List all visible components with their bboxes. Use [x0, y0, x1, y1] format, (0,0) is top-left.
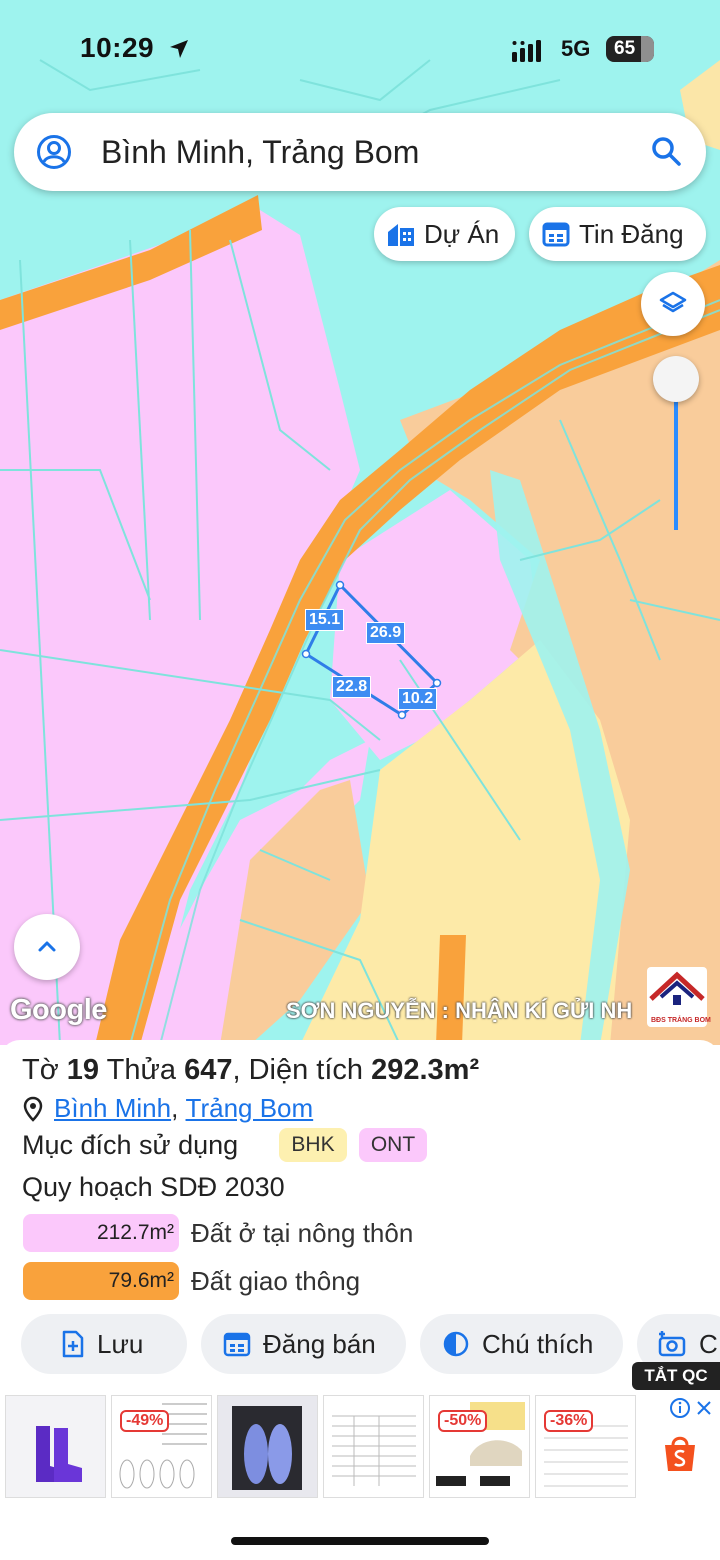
boots-image: [6, 1396, 105, 1497]
network-type: 5G: [561, 36, 591, 61]
usage-label: Mục đích sử dụng: [22, 1130, 239, 1160]
usage-tag: ONT: [359, 1128, 427, 1162]
save-button[interactable]: Lưu: [21, 1314, 187, 1374]
legend-label: Chú thích: [482, 1328, 594, 1359]
dimension-label: 22.8: [332, 676, 372, 698]
plan-title: Quy hoạch SDĐ 2030: [22, 1172, 285, 1202]
area-value: 292.3m²: [371, 1054, 480, 1086]
bds-trang-bom-logo: BĐS TRẢNG BOM: [647, 967, 711, 1027]
district-link[interactable]: Trảng Bom: [186, 1093, 314, 1124]
ad-item-boots[interactable]: [5, 1395, 106, 1498]
house-logo-icon: [649, 971, 705, 1005]
status-time: 10:29: [80, 32, 155, 63]
chevron-up-icon: [38, 941, 56, 952]
dimension-label: 26.9: [366, 622, 406, 644]
file-add-icon: [62, 1330, 84, 1358]
buildings-icon: [388, 224, 414, 246]
layers-icon: [659, 291, 687, 313]
opacity-slider-track[interactable]: [674, 380, 678, 530]
shopee-ad[interactable]: [641, 1395, 720, 1498]
discount-badge: -50%: [438, 1410, 488, 1432]
sandals-image: [218, 1396, 317, 1497]
plan-area-bar: 79.6m²: [23, 1262, 179, 1300]
ad-item-size-chart[interactable]: -49%: [111, 1395, 212, 1498]
plan-type-label: Đất giao thông: [191, 1266, 361, 1296]
watermark-text: SƠN NGUYỄN : NHẬN KÍ GỬI NH: [286, 998, 633, 1023]
location-line: Bình Minh, Trảng Bom: [22, 1093, 313, 1124]
area-label: Diện tích: [248, 1054, 364, 1086]
post-sale-button[interactable]: Đăng bán: [201, 1314, 406, 1374]
thua-label: Thửa: [106, 1054, 176, 1086]
battery-level: 65: [614, 38, 636, 59]
status-bar: 10:29 5G 65: [0, 0, 720, 100]
save-label: Lưu: [97, 1328, 144, 1359]
home-indicator[interactable]: [231, 1537, 489, 1545]
camera-add-icon: [658, 1331, 686, 1357]
plan-type-label: Đất ở tại nông thôn: [191, 1218, 414, 1248]
thua-value: 647: [184, 1054, 233, 1086]
parcel-title: Tờ 19 Thửa 647, Diện tích 292.3m²: [22, 1054, 480, 1086]
ad-item-shoe-size[interactable]: -50%: [429, 1395, 530, 1498]
post-sale-label: Đăng bán: [263, 1328, 376, 1359]
map-pin-icon: [23, 1096, 43, 1122]
user-profile-icon[interactable]: [36, 134, 72, 170]
camera-label: C: [699, 1328, 718, 1359]
search-bar[interactable]: Bình Minh, Trảng Bom: [14, 113, 706, 191]
legend-button[interactable]: Chú thích: [420, 1314, 623, 1374]
location-arrow-icon: [170, 40, 188, 58]
ad-item-sandals[interactable]: [217, 1395, 318, 1498]
calendar-icon: [542, 222, 570, 247]
du-an-label: Dự Án: [424, 218, 500, 249]
tin-dang-button[interactable]: Tin Đăng: [529, 207, 706, 261]
layers-button[interactable]: [641, 272, 705, 336]
dimension-label: 15.1: [305, 609, 345, 631]
ad-item-size-table[interactable]: [323, 1395, 424, 1498]
shopee-icon: [665, 1436, 695, 1471]
signal-icon: [512, 40, 541, 62]
search-input[interactable]: Bình Minh, Trảng Bom: [101, 134, 419, 171]
dimension-label: 10.2: [398, 688, 438, 710]
info-icon[interactable]: [669, 1397, 691, 1419]
tin-dang-label: Tin Đăng: [579, 218, 684, 249]
ad-banner[interactable]: -49% -50% -36%: [0, 1392, 720, 1502]
plan-area-bar: 212.7m²: [23, 1214, 179, 1252]
opacity-slider-handle[interactable]: [653, 356, 699, 402]
search-icon[interactable]: [650, 135, 682, 167]
google-logo: Google: [10, 994, 107, 1026]
to-label: Tờ: [22, 1054, 59, 1086]
discount-badge: -49%: [120, 1410, 170, 1432]
expand-sheet-button[interactable]: [14, 914, 80, 980]
battery-indicator: 65: [606, 36, 654, 62]
calendar-icon: [223, 1332, 251, 1357]
to-value: 19: [66, 1054, 100, 1086]
ad-item-chart[interactable]: -36%: [535, 1395, 636, 1498]
size-table-image: [324, 1396, 423, 1497]
discount-badge: -36%: [544, 1410, 594, 1432]
contrast-icon: [443, 1331, 469, 1357]
close-icon[interactable]: [695, 1399, 713, 1417]
usage-tag: BHK: [279, 1128, 347, 1162]
close-ads-button[interactable]: TẮT QC: [632, 1362, 720, 1390]
logo-text: BĐS TRẢNG BOM: [651, 1017, 711, 1024]
du-an-button[interactable]: Dự Án: [374, 207, 515, 261]
commune-link[interactable]: Bình Minh: [54, 1093, 171, 1124]
